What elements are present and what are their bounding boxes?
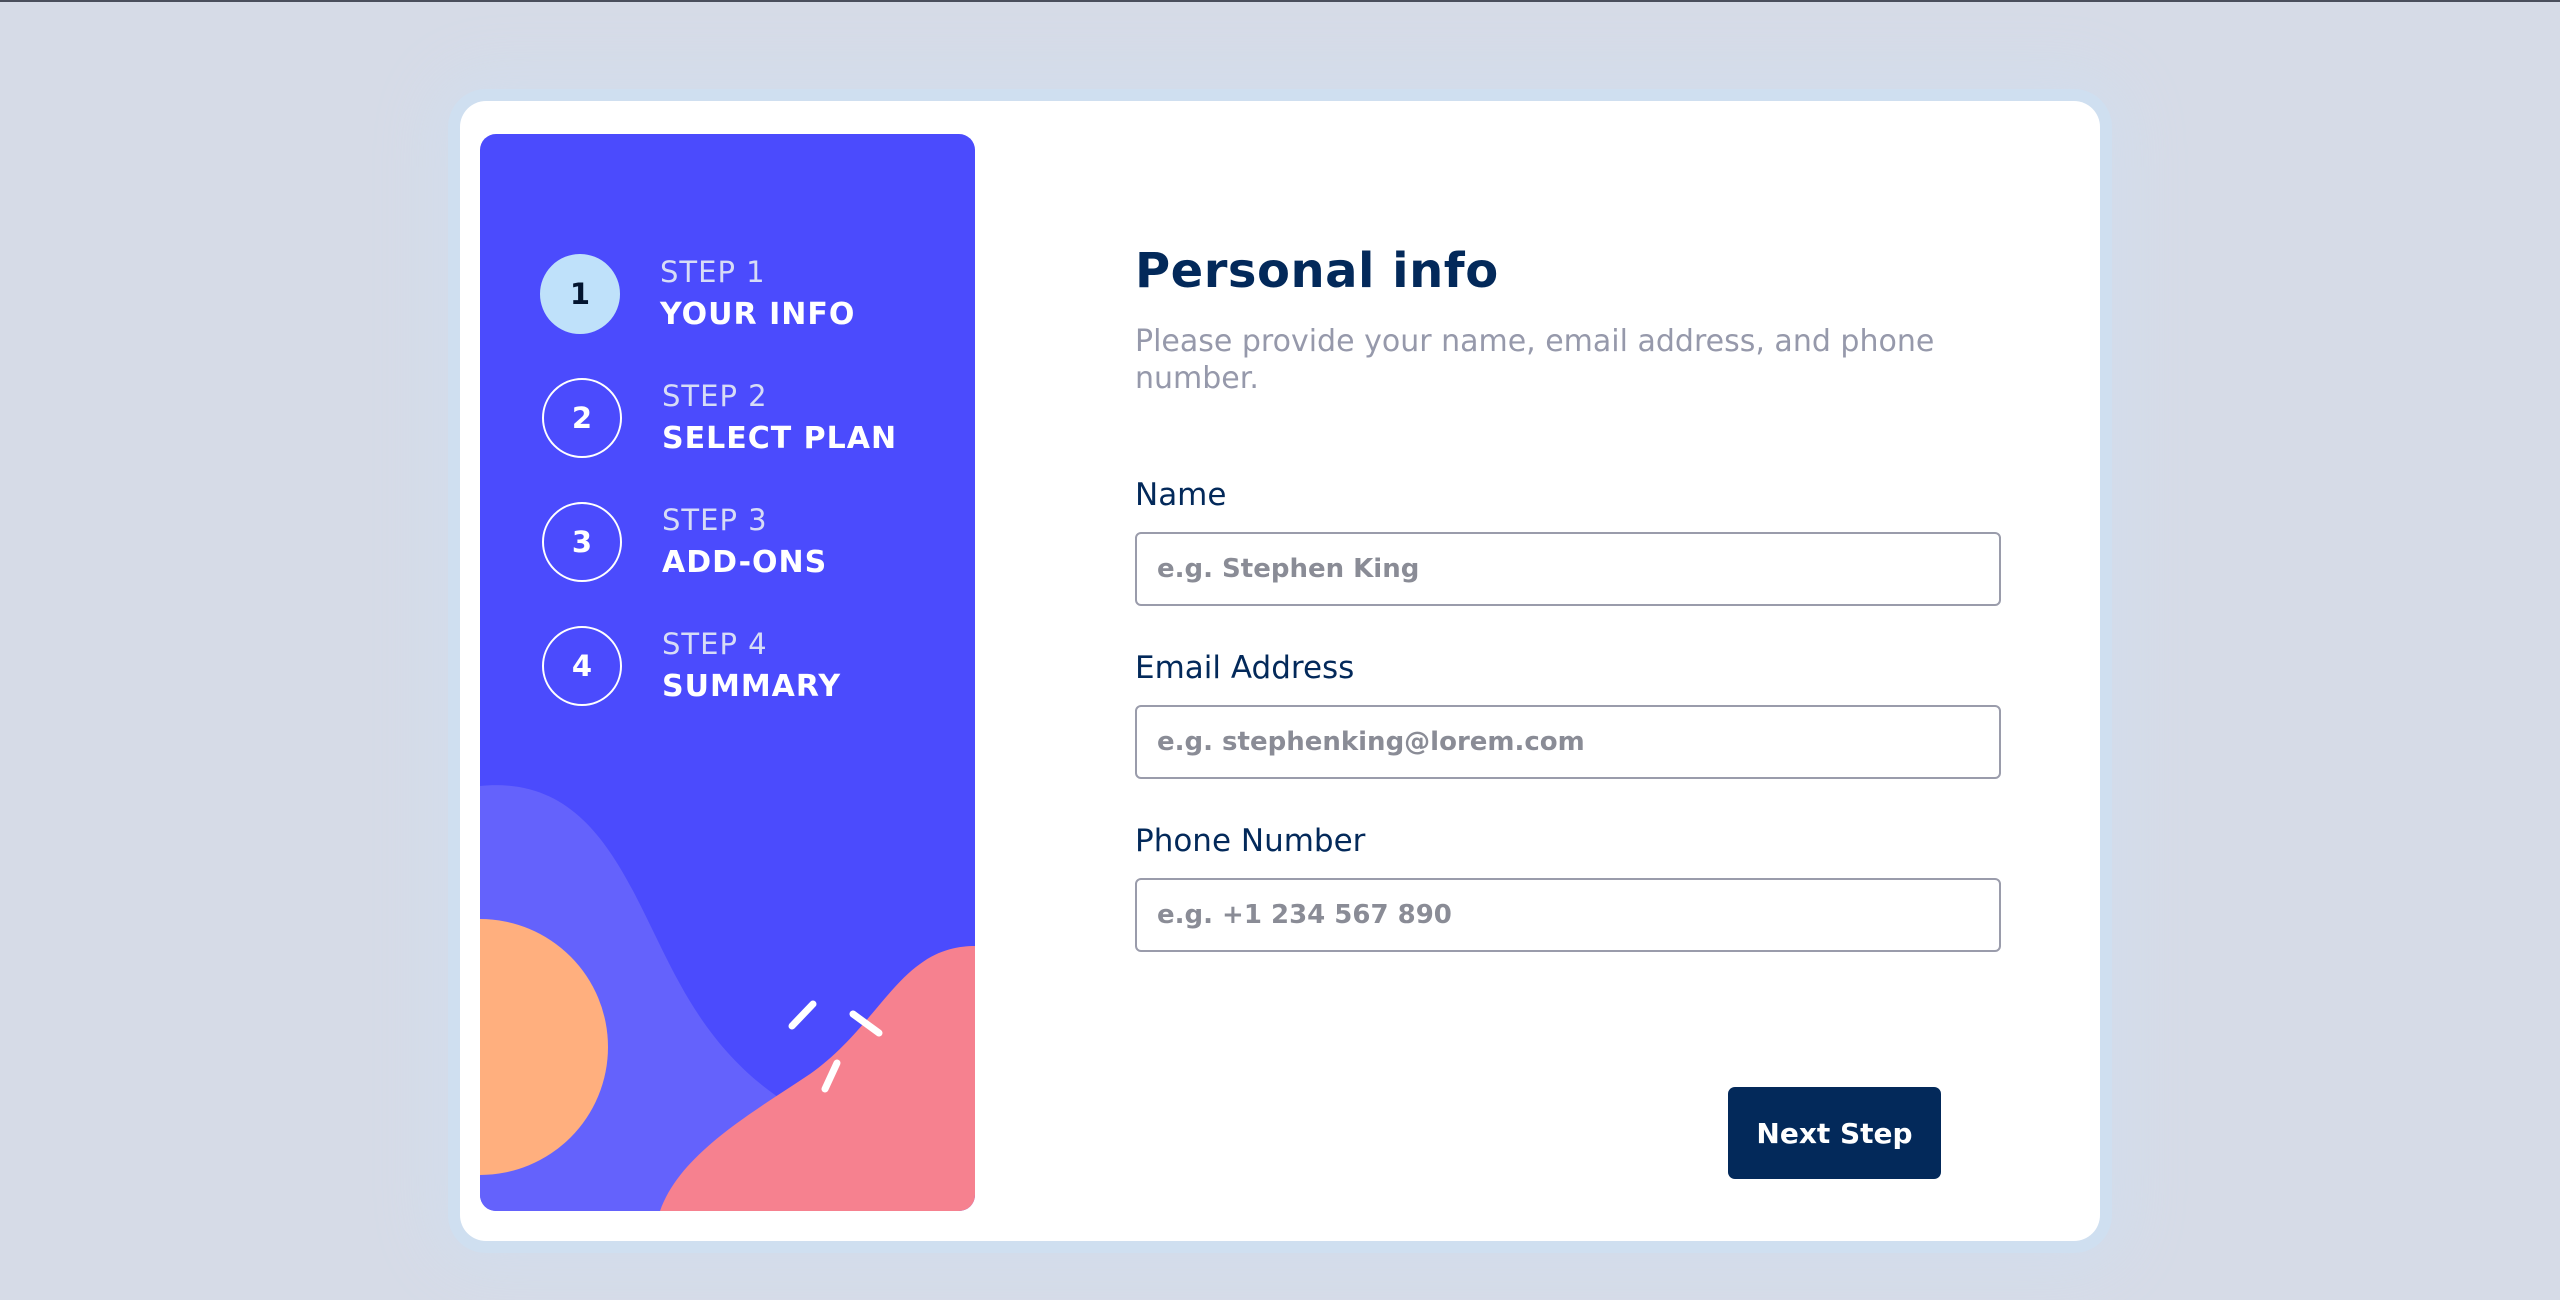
- step-sub-label: STEP 2: [662, 379, 768, 413]
- step-number-circle: 4: [542, 626, 622, 706]
- step-title: SUMMARY: [662, 669, 842, 704]
- next-step-button[interactable]: Next Step: [1728, 1087, 1941, 1179]
- phone-input[interactable]: [1135, 878, 2001, 952]
- step-number-circle: 3: [542, 502, 622, 582]
- step-number-circle: 2: [542, 378, 622, 458]
- step-1[interactable]: 1 STEP 1 YOUR INFO: [540, 252, 855, 336]
- email-input[interactable]: [1135, 705, 2001, 779]
- page-subtitle: Please provide your name, email address,…: [1135, 324, 1935, 396]
- sparkle-line-1: [788, 1000, 817, 1030]
- step-sidebar: 1 STEP 1 YOUR INFO 2 STEP 2 SELECT PLAN …: [480, 134, 975, 1211]
- step-sub-label: STEP 3: [662, 503, 768, 537]
- step-title: SELECT PLAN: [662, 421, 898, 456]
- step-sub-label: STEP 4: [662, 627, 768, 661]
- form-content: Personal info Please provide your name, …: [1135, 101, 2015, 1241]
- step-number-circle: 1: [540, 254, 620, 334]
- step-sub-label: STEP 1: [660, 255, 766, 289]
- phone-label: Phone Number: [1135, 823, 1366, 859]
- email-label: Email Address: [1135, 650, 1355, 686]
- step-2[interactable]: 2 STEP 2 SELECT PLAN: [540, 376, 897, 460]
- name-input[interactable]: [1135, 532, 2001, 606]
- step-4[interactable]: 4 STEP 4 SUMMARY: [540, 624, 841, 708]
- page-title: Personal info: [1135, 243, 1499, 299]
- step-title: ADD-ONS: [662, 545, 828, 580]
- form-card: 1 STEP 1 YOUR INFO 2 STEP 2 SELECT PLAN …: [460, 101, 2100, 1241]
- step-3[interactable]: 3 STEP 3 ADD-ONS: [540, 500, 827, 584]
- step-title: YOUR INFO: [660, 297, 856, 332]
- window-top-border: [0, 0, 2560, 2]
- name-label: Name: [1135, 477, 1227, 513]
